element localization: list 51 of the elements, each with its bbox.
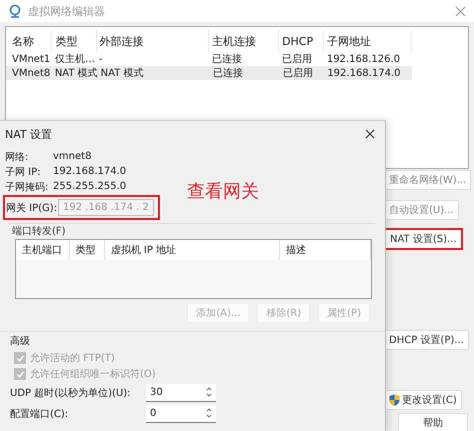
side-button[interactable]: 重命名网络(W)...: [384, 170, 472, 190]
table-cell-text: -: [98, 54, 104, 64]
close-icon[interactable]: [365, 129, 375, 139]
table-cell-text: NAT 模式: [54, 66, 98, 80]
group-label: 端口转发(F): [11, 224, 67, 239]
column-header[interactable]: 描述: [280, 240, 371, 260]
field-value: 192.168.174.0: [53, 166, 126, 177]
number-spinner[interactable]: 0: [146, 404, 216, 422]
table-cell-text: NAT 模式: [100, 66, 144, 80]
side-button[interactable]: 帮助: [398, 413, 468, 431]
column-header[interactable]: 主机连接: [208, 30, 280, 52]
field-value: 255.255.255.0: [53, 181, 126, 192]
side-button[interactable]: NAT 设置(S)...: [384, 228, 463, 250]
dialog-title: NAT 设置: [5, 126, 52, 142]
column-header[interactable]: 虚拟机 IP 地址: [104, 240, 280, 260]
network-row[interactable]: VMnet1 仅主机… - 已连接 已启用 192.168.126.0: [6, 52, 412, 66]
network-icon: [8, 4, 22, 18]
field-label: 子网 IP:: [5, 166, 42, 178]
checkbox-label: 允许任何组织唯一标识符(O): [30, 368, 156, 381]
field-label: 网络:: [5, 150, 30, 164]
side-button[interactable]: 更改设置(C): [384, 390, 462, 410]
window-title: 虚拟网络编辑器: [28, 4, 105, 18]
field-label: 子网掩码:: [5, 180, 50, 194]
annotation-text: 查看网关: [187, 180, 259, 203]
table-cell-text: 192.168.174.0: [326, 68, 402, 78]
table-cell-text: 已连接: [212, 66, 244, 80]
table-cell-text: VMnet1: [11, 54, 52, 64]
table-cell-text: 192.168.126.0: [326, 54, 401, 64]
column-header[interactable]: 外部连接: [96, 30, 209, 52]
field-label: 配置端口(C):: [10, 408, 70, 420]
side-button[interactable]: 自动设置(U)...: [384, 200, 459, 220]
side-button[interactable]: DHCP 设置(P)...: [384, 330, 469, 350]
checkbox-label: 允许活动的 FTP(T): [30, 352, 115, 365]
field-label: 网关 IP(G):: [6, 202, 58, 214]
network-row[interactable]: VMnet8 NAT 模式 NAT 模式 已连接 已启用 192.168.174.0: [6, 66, 412, 80]
column-header[interactable]: 类型: [52, 30, 97, 52]
column-header[interactable]: 名称: [9, 30, 52, 52]
table-cell-text: 已启用: [281, 52, 314, 66]
shield-icon: [389, 394, 400, 406]
field-label: UDP 超时(以秒为单位)(U):: [10, 386, 132, 400]
column-header[interactable]: 类型: [70, 240, 105, 260]
table-cell-text: 仅主机…: [54, 52, 96, 66]
table-cell-text: VMnet8: [11, 68, 52, 78]
table-cell-text: 已启用: [282, 66, 314, 80]
column-header[interactable]: 子网地址: [324, 30, 412, 52]
section-label: 高级: [10, 334, 31, 348]
column-header[interactable]: DHCP: [279, 30, 324, 52]
number-spinner[interactable]: 30: [146, 384, 216, 402]
column-header[interactable]: 主机端口: [16, 240, 70, 260]
field-value: vmnet8: [53, 151, 92, 162]
table-cell-text: 已连接: [210, 52, 243, 66]
